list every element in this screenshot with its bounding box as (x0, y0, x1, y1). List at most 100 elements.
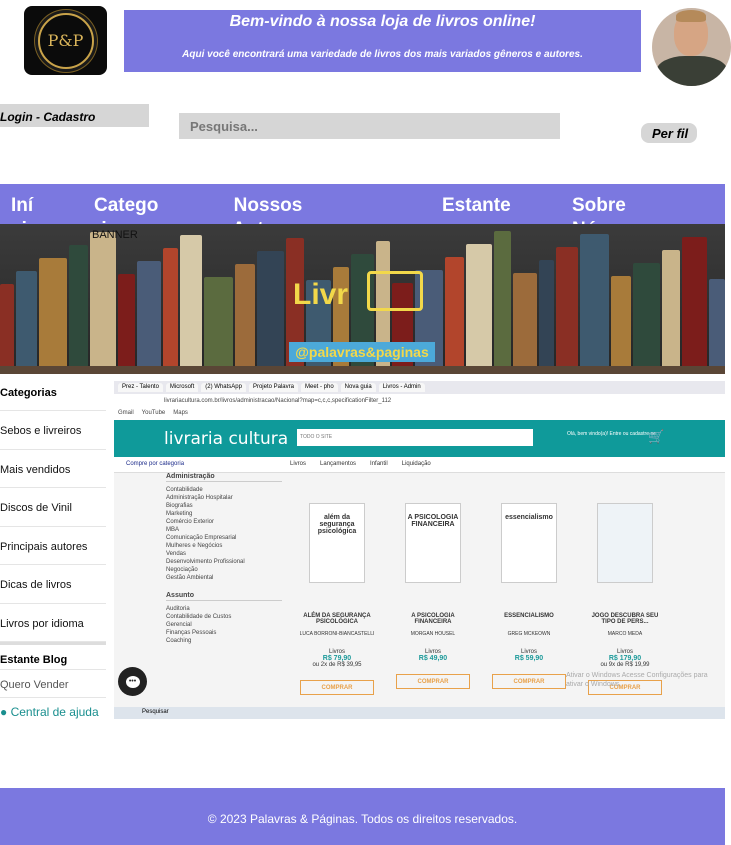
product-installments: ou 9x de R$ 19,99 (600, 662, 650, 668)
product-card: JOGO DESCUBRA SEU TIPO DE PERS... MARCO … (586, 503, 664, 695)
product-author: MORGAN HOUSEL (410, 631, 456, 637)
login-register-link[interactable]: Login - Cadastro (0, 104, 149, 127)
filter-item: Gestão Ambiental (166, 575, 214, 581)
sidebar-title: Categorias (0, 381, 106, 411)
help-center-label: Central de ajuda (10, 705, 99, 719)
store-nav-item: Compre por categoria (126, 461, 185, 467)
browser-tabs: Prez - Talento Microsoft (2) WhatsApp Pr… (114, 381, 725, 394)
book-spine (611, 276, 631, 374)
windows-watermark: Ativar o Windows Acesse Configurações pa… (566, 672, 708, 688)
store-nav-item: Livros (290, 461, 307, 467)
book-spine (39, 258, 67, 374)
buy-button: COMPRAR (492, 674, 566, 689)
book-spine (709, 279, 725, 374)
store-nav-item: Infantil (370, 461, 388, 467)
embedded-store-screenshot: Prez - Talento Microsoft (2) WhatsApp Pr… (114, 381, 725, 719)
product-card: A PSICOLOGIA FINANCEIRA A PSICOLOGIA FIN… (394, 503, 472, 695)
book-spine (235, 264, 255, 374)
subject-item: Contabilidade de Custos (166, 614, 232, 620)
product-name: ALÉM DA SEGURANÇA PSICOLÓGICA (303, 613, 371, 625)
filter-item: Biografias (166, 503, 193, 509)
banner-title: Livr (293, 278, 349, 311)
product-price: R$ 59,90 (514, 655, 544, 662)
chat-button[interactable]: ••• (118, 667, 147, 696)
product-author: LUCA BORRONI-BIANCASTELLI (299, 631, 375, 637)
book-spine (90, 232, 116, 374)
product-grid: além da segurança psicológica ALÉM DA SE… (298, 503, 668, 695)
book-spine (513, 273, 537, 374)
book-spine (204, 277, 233, 374)
filter-item: Comércio Exterior (166, 519, 215, 525)
filter-item: Desenvolvimento Profissional (166, 559, 245, 565)
sidebar-item-sebos[interactable]: Sebos e livreiros (0, 411, 106, 450)
address-bar: livrariacultura.com.br/livros/administra… (114, 394, 725, 408)
photo-hair (676, 10, 706, 22)
browser-tab: Nova guia (340, 383, 376, 392)
logo-monogram: P&P (37, 12, 94, 69)
social-handle[interactable]: @palavras&paginas (289, 342, 435, 362)
book-spine (633, 263, 660, 374)
filter-item: MBA (166, 527, 180, 533)
book-cover: A PSICOLOGIA FINANCEIRA (405, 503, 461, 583)
sidebar-item-vinyl[interactable]: Discos de Vinil (0, 488, 106, 527)
filter-title: Administração (166, 473, 282, 482)
help-center-link[interactable]: ● Central de ajuda (0, 698, 106, 724)
sidebar-item-authors[interactable]: Principais autores (0, 527, 106, 565)
book-spine (445, 257, 464, 374)
subject-title: Assunto (166, 592, 282, 601)
buy-button: COMPRAR (396, 674, 470, 689)
product-name: A PSICOLOGIA FINANCEIRA (411, 613, 455, 625)
product-name: ESSENCIALISMO (504, 613, 554, 619)
sidebar-item-language[interactable]: Livros por idioma (0, 604, 106, 642)
book-spine (539, 260, 554, 374)
buy-button: COMPRAR (300, 680, 374, 695)
bookmark-youtube: YouTube (141, 410, 166, 416)
store-header: livraria cultura TODO O SITE Olá, bem vi… (114, 420, 725, 457)
book-spine (118, 274, 135, 374)
banner-label: BANNER (92, 229, 138, 241)
browser-tab: Livros - Admin (378, 383, 425, 392)
filter-item: Contabilidade (166, 487, 203, 493)
book-spine (69, 245, 88, 374)
book-spine (580, 234, 609, 374)
store-nav: Compre por categoria Livros Lançamentos … (114, 457, 725, 473)
book-spine (682, 237, 707, 374)
bookshelf (0, 366, 725, 374)
product-author: MARCO MEDA (607, 631, 643, 637)
store-logo: livraria cultura (164, 429, 289, 449)
sidebar-blog[interactable]: Estante Blog (0, 642, 106, 670)
store-nav-item: Liquidação (401, 461, 431, 467)
browser-tab: Prez - Talento (118, 383, 163, 392)
welcome-subtitle: Aqui você encontrará uma variedade de li… (182, 49, 583, 60)
bookmark-gmail: Gmail (118, 410, 134, 416)
open-book-icon (367, 271, 423, 311)
product-price: R$ 79,90 (322, 655, 352, 662)
sidebar-sell[interactable]: Quero Vender (0, 670, 106, 698)
book-spine (163, 248, 178, 374)
nav-shelf[interactable]: Estante (442, 194, 511, 218)
profile-button[interactable]: Per fil (641, 123, 697, 143)
filter-item: Negociação (166, 567, 198, 573)
book-spine (257, 251, 284, 374)
search-input[interactable] (179, 113, 560, 139)
book-spine (0, 284, 14, 374)
game-image (597, 503, 653, 583)
browser-tab: Meet - pho (300, 383, 338, 392)
sidebar-item-tips[interactable]: Dicas de livros (0, 565, 106, 604)
category-sidebar: Categorias Sebos e livreiros Mais vendid… (0, 381, 106, 724)
cart-icon: 🛒 (648, 429, 665, 444)
book-spine (180, 235, 202, 374)
browser-tab: Microsoft (165, 383, 199, 392)
bookmark-maps: Maps (173, 410, 188, 416)
book-spine (556, 247, 578, 374)
store-nav-item: Lançamentos (320, 461, 357, 467)
store-user: Olá, bem vindo(a)! Entre ou cadastre-se (567, 431, 656, 437)
taskbar-search: Pesquisar (142, 709, 169, 715)
photo-body (656, 56, 728, 86)
sidebar-item-best-sellers[interactable]: Mais vendidos (0, 450, 106, 488)
browser-tab: (2) WhatsApp (201, 383, 246, 392)
site-logo[interactable]: P&P (24, 6, 107, 75)
product-name: JOGO DESCUBRA SEU TIPO DE PERS... (591, 613, 659, 625)
product-price: R$ 49,90 (418, 655, 448, 662)
windows-taskbar: Pesquisar (114, 707, 725, 719)
